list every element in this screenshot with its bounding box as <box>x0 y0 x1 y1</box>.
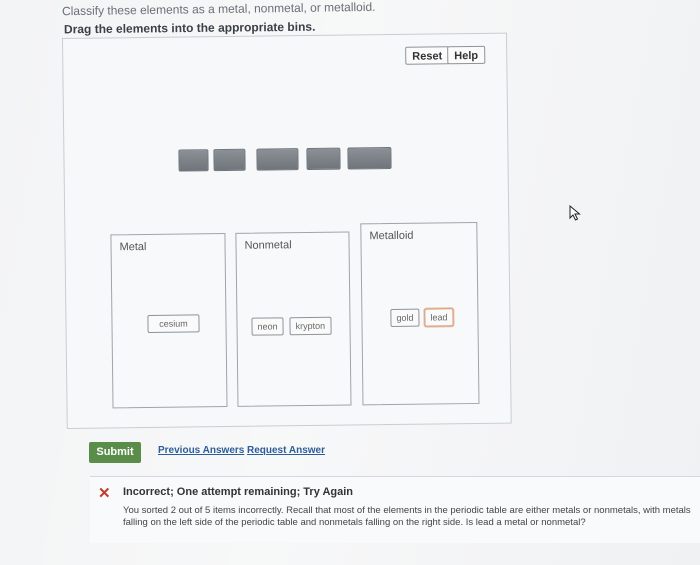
element-chip-gold[interactable]: gold <box>390 308 420 328</box>
empty-slot-tile[interactable] <box>213 148 246 172</box>
reset-button[interactable]: Reset <box>405 46 450 65</box>
drag-workspace: Reset Help Metal cesium Nonmetal neon kr… <box>62 32 512 429</box>
mouse-pointer-icon <box>569 205 581 221</box>
element-chip-neon[interactable]: neon <box>251 317 284 336</box>
empty-slot-tile[interactable] <box>306 147 341 171</box>
help-button[interactable]: Help <box>447 45 486 65</box>
feedback-panel: ✕ Incorrect; One attempt remaining; Try … <box>90 476 700 543</box>
bin-nonmetal[interactable]: Nonmetal neon krypton <box>235 231 352 407</box>
element-chip-lead[interactable]: lead <box>424 308 454 327</box>
feedback-title: Incorrect; One attempt remaining; Try Ag… <box>123 486 354 498</box>
error-x-icon: ✕ <box>98 485 111 502</box>
drag-instruction: Drag the elements into the appropriate b… <box>63 19 316 37</box>
bin-metalloid[interactable]: Metalloid gold lead <box>360 221 480 406</box>
element-chip-krypton[interactable]: krypton <box>289 316 332 336</box>
bin-label: Metal <box>119 240 147 254</box>
bin-label: Nonmetal <box>244 239 292 252</box>
instruction-text: Classify these elements as a metal, nonm… <box>61 0 376 19</box>
empty-slot-tile[interactable] <box>178 149 209 172</box>
bin-label: Metalloid <box>369 229 414 243</box>
bin-metal[interactable]: Metal cesium <box>110 233 228 409</box>
feedback-message: You sorted 2 out of 5 items incorrectly.… <box>123 505 691 528</box>
request-answer-link[interactable]: Request Answer <box>247 445 325 456</box>
element-chip-cesium[interactable]: cesium <box>147 314 200 333</box>
empty-slot-tile[interactable] <box>256 148 299 171</box>
empty-slot-tile[interactable] <box>347 146 392 170</box>
previous-answers-link[interactable]: Previous Answers <box>158 445 244 456</box>
submit-button[interactable]: Submit <box>89 442 141 463</box>
